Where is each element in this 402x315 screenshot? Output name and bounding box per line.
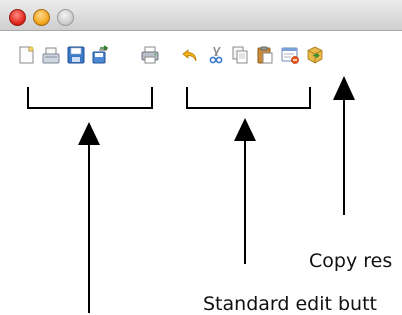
standard-edit-callout: Standard edit butt: [203, 293, 377, 315]
edit-buttons-bracket: [186, 87, 311, 109]
copy-resources-callout: Copy res: [309, 250, 393, 272]
file-buttons-bracket: [27, 87, 153, 109]
standard-edit-arrowhead: [234, 118, 256, 141]
copy-resources-arrowhead: [333, 76, 355, 100]
file-buttons-arrowhead: [78, 122, 100, 145]
